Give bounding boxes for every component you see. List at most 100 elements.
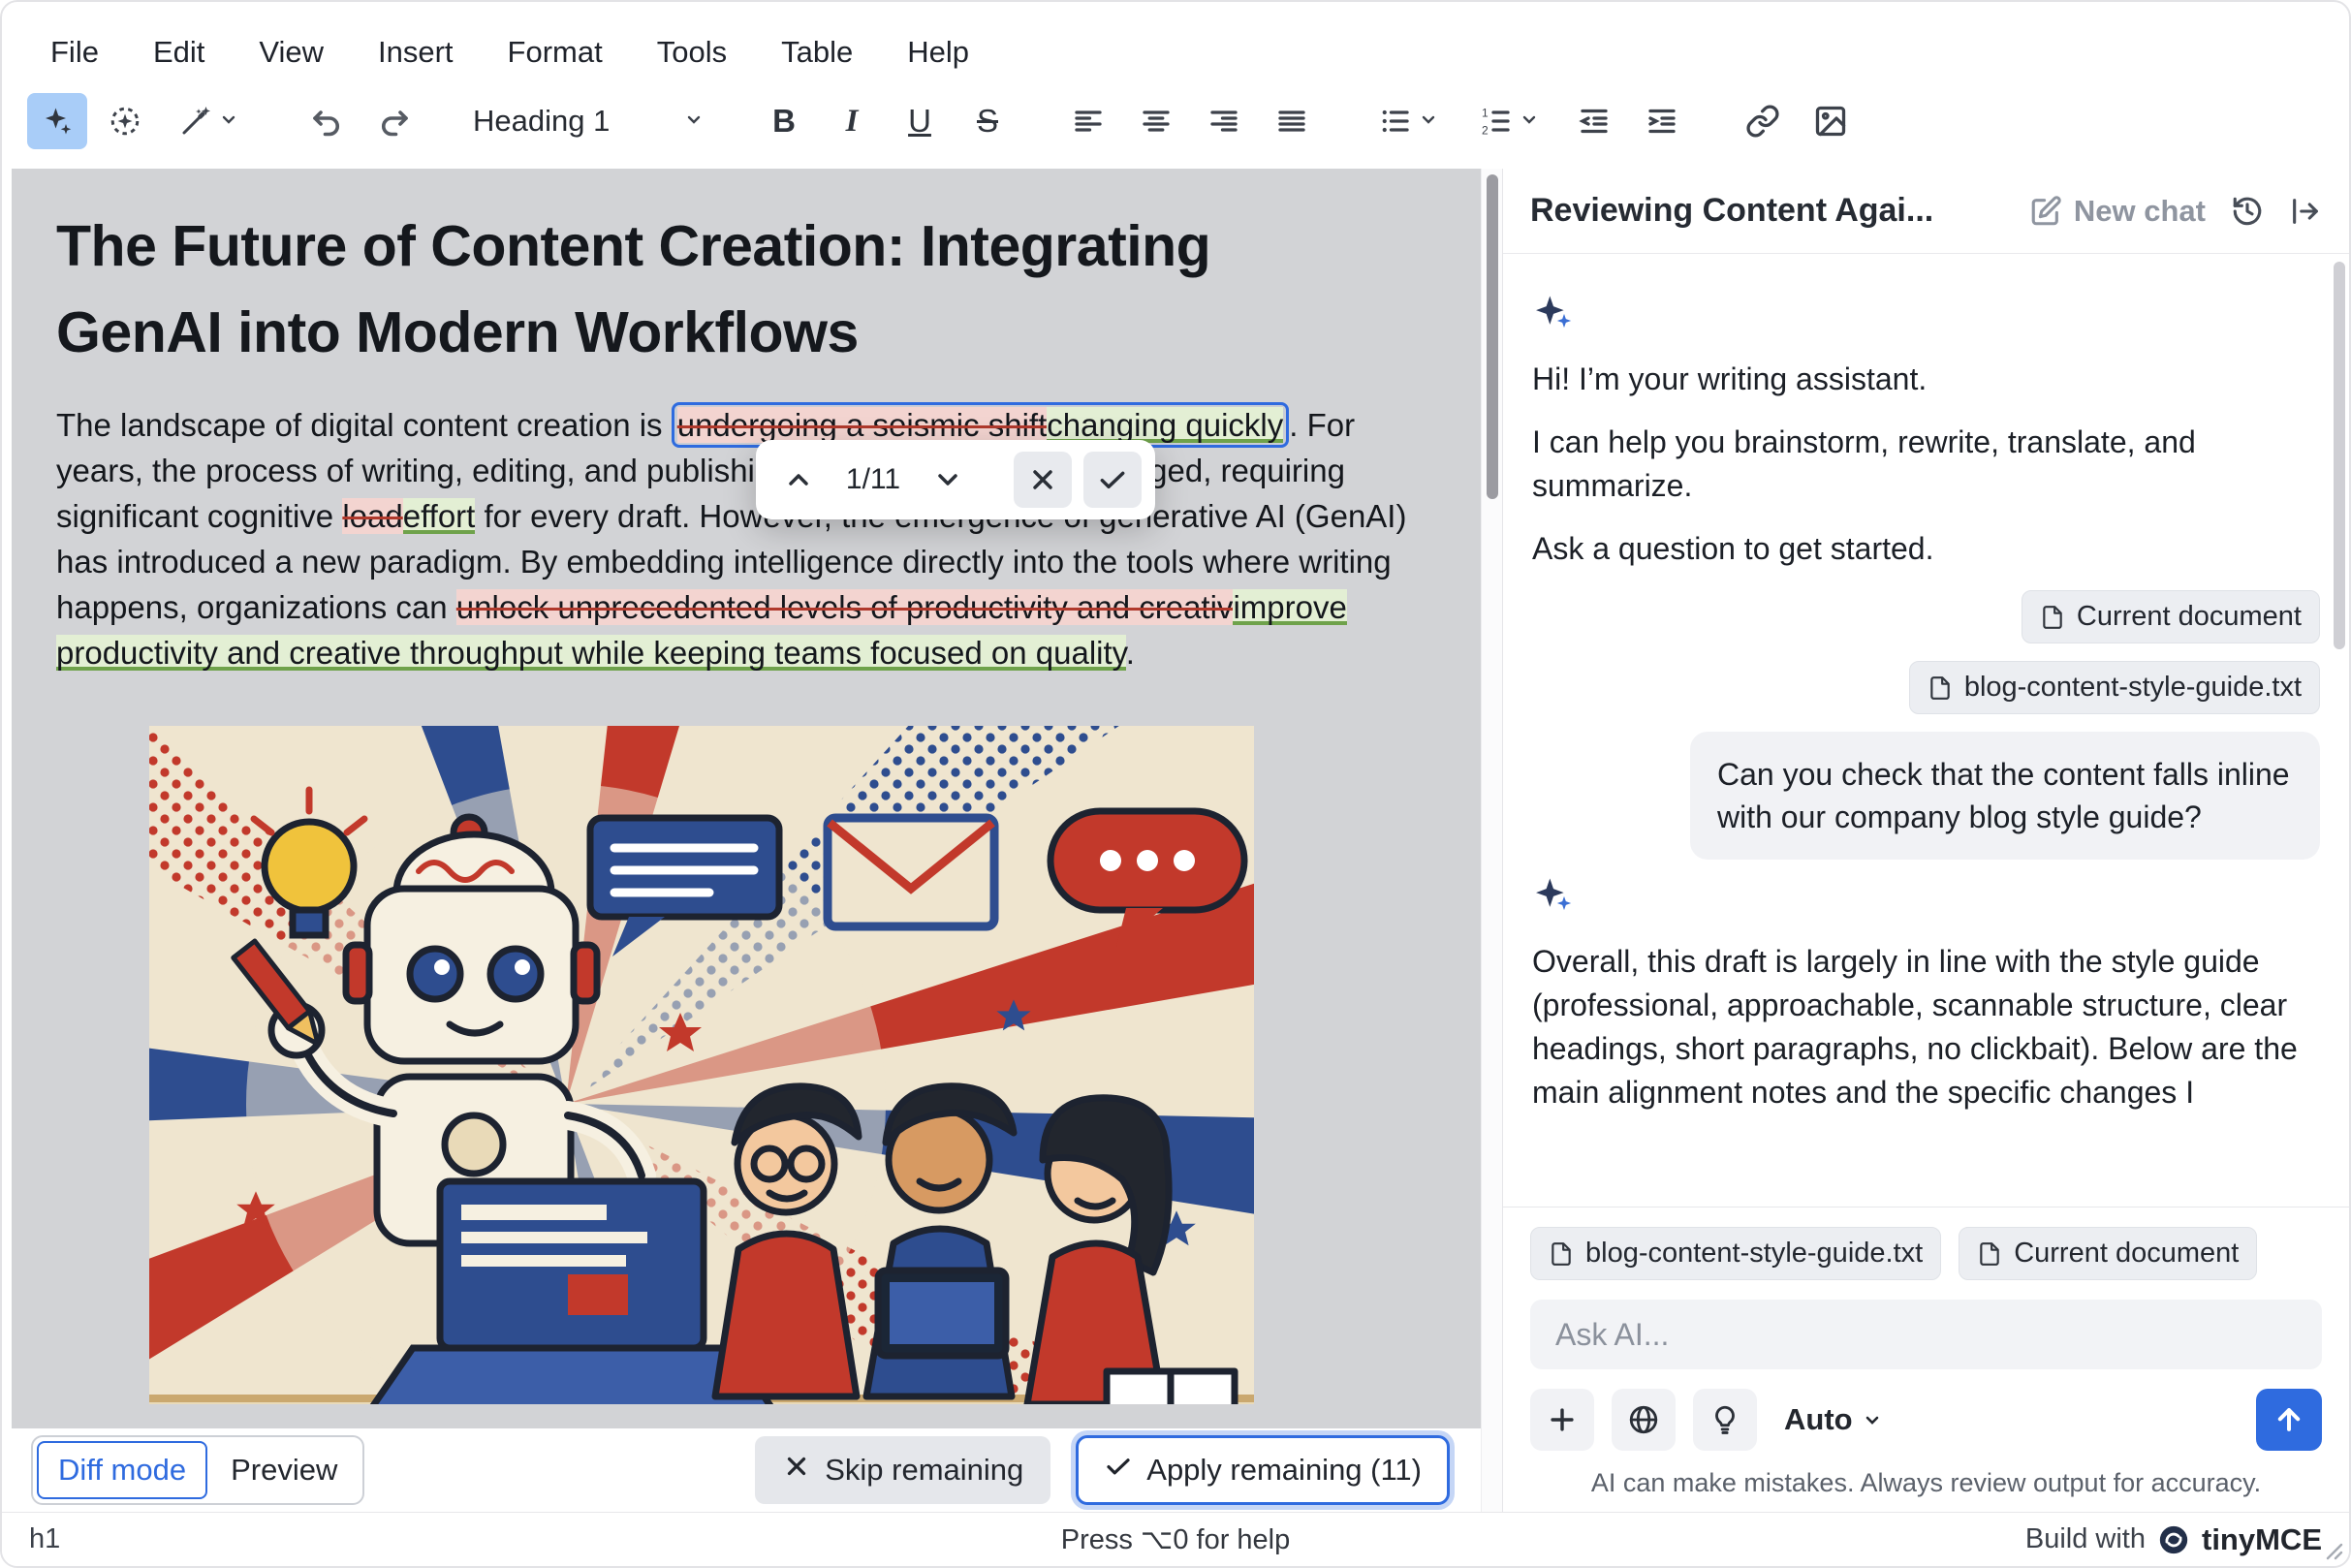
document-icon [2043, 605, 2062, 629]
document-title[interactable]: The Future of Content Creation: Integrat… [56, 204, 1384, 375]
align-right-button[interactable] [1194, 93, 1254, 149]
diff-del[interactable]: load [342, 498, 403, 534]
chip-label: blog-content-style-guide.txt [1963, 672, 2302, 703]
strikethrough-button[interactable]: S [957, 93, 1018, 149]
menubar: File Edit View Insert Format Tools Table Help [2, 2, 2349, 85]
image-button[interactable] [1801, 93, 1861, 149]
link-button[interactable] [1733, 93, 1793, 149]
diff-navigator: 1/11 [756, 440, 1155, 519]
menu-file[interactable]: File [31, 25, 118, 79]
add-attachment-button[interactable] [1530, 1389, 1594, 1451]
diff-mode-button[interactable]: Diff mode [37, 1441, 208, 1499]
redo-button[interactable] [364, 93, 424, 149]
diff-del[interactable]: undergoing a seismic shift [676, 407, 1048, 443]
ai-sparkle-icon [46, 108, 72, 135]
format-select-value: Heading 1 [473, 104, 611, 138]
composer-chip-style-guide[interactable]: blog-content-style-guide.txt [1530, 1227, 1942, 1280]
context-chip-style-guide[interactable]: blog-content-style-guide.txt [1908, 661, 2320, 714]
composer-chip-current-document[interactable]: Current document [1959, 1227, 2258, 1280]
menu-insert[interactable]: Insert [359, 25, 473, 79]
align-justify-button[interactable] [1262, 93, 1322, 149]
numbered-list-button[interactable]: 12 [1463, 93, 1556, 149]
diff-prev-button[interactable] [769, 452, 828, 508]
send-button[interactable] [2256, 1389, 2322, 1451]
diff-ins[interactable]: effort [402, 498, 476, 534]
ai-improve-dropdown[interactable] [163, 93, 256, 149]
globe-icon [1629, 1405, 1658, 1434]
numbered-list-icon: 12 [1482, 107, 1510, 138]
outdent-icon [1579, 109, 1608, 134]
history-icon [2233, 197, 2262, 225]
toolbar: Heading 1 B I U S 1 2 [2, 85, 2349, 169]
diff-ins[interactable]: changing quickly [1047, 407, 1284, 443]
editor-scrollbar[interactable] [1481, 169, 1502, 1512]
magic-wand-icon [182, 107, 210, 135]
diff-accept-button[interactable] [1083, 452, 1142, 508]
ai-assistant-button[interactable] [27, 93, 87, 149]
italic-icon: I [845, 103, 859, 139]
document-paragraph[interactable]: The landscape of digital content creatio… [56, 402, 1436, 675]
preview-button[interactable]: Preview [209, 1441, 359, 1499]
strikethrough-icon: S [976, 103, 998, 139]
chat-scrollbar-thumb[interactable] [2334, 262, 2345, 649]
ask-ai-input[interactable] [1530, 1300, 2322, 1369]
user-message: Can you check that the content falls inl… [1690, 732, 2320, 860]
editor-content[interactable]: The Future of Content Creation: Integrat… [12, 169, 1481, 1428]
skip-remaining-button[interactable]: Skip remaining [755, 1436, 1051, 1504]
assistant-reply: Overall, this draft is largely in line w… [1532, 944, 2298, 1110]
menu-view[interactable]: View [239, 25, 343, 79]
new-chat-button[interactable]: New chat [2029, 194, 2206, 229]
chevron-down-icon [938, 474, 957, 486]
comic-illustration [149, 726, 1254, 1404]
collapse-sidebar-button[interactable] [2289, 195, 2322, 228]
close-icon [1033, 470, 1052, 489]
menu-tools[interactable]: Tools [638, 25, 746, 79]
chat-history-button[interactable] [2231, 195, 2264, 228]
menu-table[interactable]: Table [762, 25, 872, 79]
bullet-list-button[interactable] [1363, 93, 1456, 149]
new-chat-label: New chat [2073, 193, 2206, 228]
underline-icon: U [908, 103, 931, 139]
tinymce-logo-icon [2159, 1525, 2188, 1553]
document-icon [1930, 675, 1950, 700]
statusbar: h1 Press ⌥0 for help Build with tinyMCE [2, 1512, 2349, 1566]
undo-button[interactable] [297, 93, 357, 149]
editor-column: The Future of Content Creation: Integrat… [2, 169, 1481, 1512]
plus-icon [1551, 1408, 1574, 1431]
outdent-button[interactable] [1564, 93, 1624, 149]
diff-del[interactable]: unlock unprecedented levels of productiv… [455, 589, 1234, 625]
menu-edit[interactable]: Edit [134, 25, 224, 79]
bold-button[interactable]: B [754, 93, 814, 149]
check-icon [1100, 471, 1125, 489]
chat-messages[interactable]: Hi! I’m your writing assistant. I can he… [1503, 254, 2349, 1207]
indent-button[interactable] [1632, 93, 1692, 149]
skip-remaining-label: Skip remaining [825, 1453, 1024, 1487]
format-select[interactable]: Heading 1 [465, 93, 713, 149]
model-select[interactable]: Auto [1784, 1402, 1884, 1437]
ai-shortcuts-button[interactable] [95, 93, 155, 149]
align-center-button[interactable] [1126, 93, 1186, 149]
web-search-button[interactable] [1612, 1389, 1676, 1451]
chevron-down-icon [1518, 108, 1541, 136]
collapse-right-icon [2293, 198, 2318, 224]
document-image[interactable] [149, 726, 1254, 1404]
align-left-button[interactable] [1058, 93, 1118, 149]
chevron-down-icon [1865, 1416, 1878, 1425]
image-icon [1815, 106, 1846, 137]
assistant-message: Hi! I’m your writing assistant. [1532, 361, 1928, 396]
menu-help[interactable]: Help [888, 25, 988, 79]
diff-next-button[interactable] [919, 452, 977, 508]
redo-icon [382, 110, 408, 137]
ai-sparkle-icon [1532, 873, 2320, 921]
branding[interactable]: Build with tinyMCE [2025, 1522, 2322, 1557]
ideas-button[interactable] [1693, 1389, 1757, 1451]
menu-format[interactable]: Format [488, 25, 622, 79]
underline-button[interactable]: U [890, 93, 950, 149]
context-chip-current-document[interactable]: Current document [2021, 590, 2320, 643]
apply-remaining-button[interactable]: Apply remaining (11) [1076, 1435, 1450, 1505]
italic-button[interactable]: I [822, 93, 882, 149]
diff-reject-button[interactable] [1014, 452, 1072, 508]
paragraph-text: . [1125, 635, 1135, 671]
link-icon [1746, 105, 1779, 138]
editor-scrollbar-thumb[interactable] [1487, 174, 1498, 499]
